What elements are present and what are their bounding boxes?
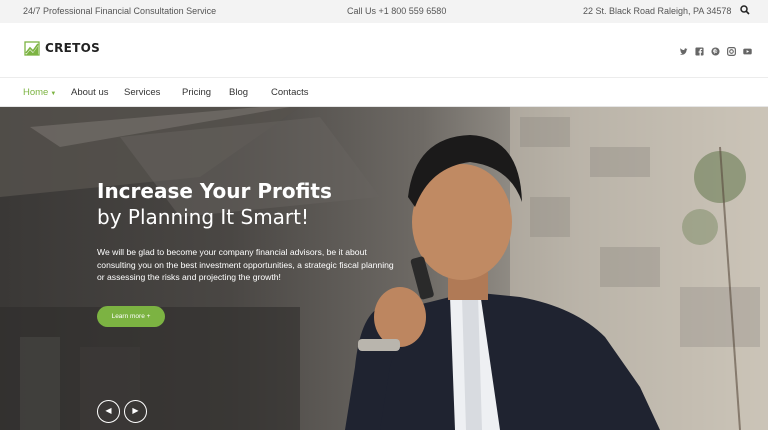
tagline: 24/7 Professional Financial Consultation… bbox=[23, 6, 217, 16]
hero-description: We will be glad to become your company f… bbox=[97, 247, 394, 283]
address: 22 St. Black Road Raleigh, PA 34578 bbox=[583, 6, 732, 16]
hero-slider: Increase Your Profits by Planning It Sma… bbox=[0, 107, 768, 430]
youtube-icon[interactable] bbox=[743, 43, 752, 55]
slider-prev-button[interactable]: ◀ bbox=[97, 400, 120, 423]
chart-logo-icon bbox=[24, 41, 40, 56]
learn-more-button[interactable]: Learn more + bbox=[97, 306, 165, 327]
hero-title-line-1: Increase Your Profits bbox=[97, 179, 332, 203]
hero-title-line-2: by Planning It Smart! bbox=[97, 205, 310, 229]
slider-next-button[interactable]: ▶ bbox=[124, 400, 147, 423]
nav-item-services[interactable]: Services bbox=[124, 87, 160, 98]
nav-item-about[interactable]: About us bbox=[71, 87, 109, 98]
nav-item-contacts[interactable]: Contacts bbox=[271, 87, 309, 98]
chevron-left-icon: ◀ bbox=[105, 406, 112, 415]
main-nav: Home ▼ About us Services Pricing Blog Con… bbox=[0, 78, 768, 107]
search-icon[interactable] bbox=[740, 5, 750, 17]
chevron-down-icon: ▼ bbox=[50, 91, 57, 97]
top-info-bar: 24/7 Professional Financial Consultation… bbox=[0, 0, 768, 23]
twitter-icon[interactable] bbox=[679, 43, 688, 55]
logo[interactable]: CRETOS bbox=[24, 40, 100, 56]
hero-title: Increase Your Profits by Planning It Sma… bbox=[97, 178, 332, 230]
instagram-icon[interactable] bbox=[727, 43, 736, 56]
chevron-right-icon: ▶ bbox=[132, 406, 139, 415]
phone-number[interactable]: Call Us +1 800 559 6580 bbox=[347, 6, 446, 16]
logo-text: CRETOS bbox=[45, 41, 101, 55]
nav-item-blog[interactable]: Blog bbox=[229, 87, 248, 98]
site-header: CRETOS bbox=[0, 23, 768, 78]
social-links bbox=[679, 43, 752, 56]
pinterest-icon[interactable] bbox=[711, 43, 720, 56]
facebook-icon[interactable] bbox=[695, 43, 704, 56]
nav-item-pricing[interactable]: Pricing bbox=[182, 87, 211, 98]
nav-item-home[interactable]: Home ▼ bbox=[23, 87, 56, 98]
